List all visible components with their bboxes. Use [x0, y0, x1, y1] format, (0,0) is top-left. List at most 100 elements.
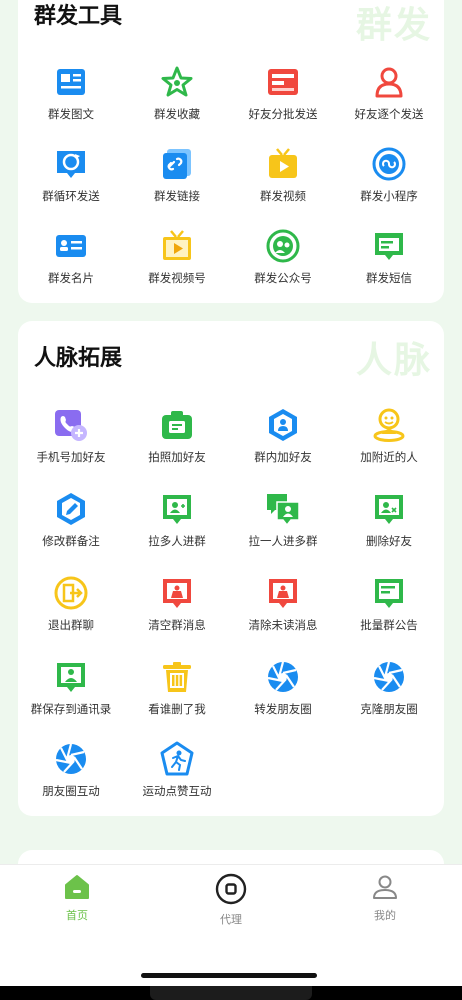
- tool-mass-business-card[interactable]: 群发名片: [18, 228, 124, 302]
- camera-icon: [162, 411, 192, 439]
- tool-moments-interact[interactable]: 朋友圈互动: [18, 741, 124, 815]
- tool-label: 群发短信: [366, 271, 412, 285]
- mini-program-icon: [372, 147, 406, 181]
- tool-batch-send[interactable]: 好友分批发送: [230, 64, 336, 138]
- tool-label: 拉多人进群: [148, 534, 206, 548]
- tool-mass-image-text[interactable]: 群发图文: [18, 64, 124, 138]
- tool-sport-like[interactable]: 运动点赞互动: [124, 741, 230, 815]
- bottom-edge: [0, 986, 462, 1000]
- exit-icon: [54, 576, 88, 610]
- tool-mass-video[interactable]: 群发视频: [230, 146, 336, 220]
- tool-label: 群保存到通讯录: [30, 702, 112, 716]
- save-contacts-icon: [57, 663, 85, 692]
- tool-save-group-to-contacts[interactable]: 群保存到通讯录: [18, 659, 124, 733]
- profile-icon: [373, 875, 397, 899]
- multi-chat-icon: [267, 494, 300, 527]
- tool-label: 群发小程序: [360, 189, 418, 203]
- tool-label: 转发朋友圈: [254, 702, 312, 716]
- tool-label: 克隆朋友圈: [360, 702, 418, 716]
- clear-group-msg-icon: [163, 579, 191, 608]
- tool-mass-official-account[interactable]: 群发公众号: [230, 228, 336, 302]
- add-members-icon: [163, 495, 191, 524]
- moments-clone-icon: [373, 661, 404, 692]
- tool-batch-announcement[interactable]: 批量群公告: [336, 575, 442, 649]
- home-icon: [65, 875, 89, 899]
- tool-mass-favorites[interactable]: 群发收藏: [124, 64, 230, 138]
- official-account-icon: [266, 229, 300, 263]
- tab-profile[interactable]: 我的: [340, 873, 430, 933]
- image-text-icon: [57, 69, 85, 95]
- tool-label: 好友逐个发送: [354, 107, 424, 121]
- tool-label: 拍照加好友: [148, 450, 206, 464]
- tool-phone-add-friend[interactable]: 手机号加好友: [18, 407, 124, 481]
- moments-forward-icon: [267, 661, 298, 692]
- tool-label: 批量群公告: [360, 618, 418, 632]
- bottom-edge-bar: [150, 986, 312, 1000]
- tool-who-deleted-me[interactable]: 看谁删了我: [124, 659, 230, 733]
- tool-mass-link[interactable]: 群发链接: [124, 146, 230, 220]
- tool-label: 看谁删了我: [148, 702, 206, 716]
- tool-label: 好友分批发送: [248, 107, 318, 121]
- tool-label: 群发公众号: [254, 271, 312, 285]
- moments-interact-icon: [55, 743, 86, 774]
- mass-send-title: 群发工具: [34, 4, 123, 29]
- link-icon: [163, 149, 191, 179]
- tool-clone-moments[interactable]: 克隆朋友圈: [336, 659, 442, 733]
- trash-icon: [163, 662, 191, 692]
- video-icon: [269, 148, 297, 178]
- tool-label: 群发链接: [154, 189, 200, 203]
- group-person-icon: [269, 409, 297, 441]
- tool-label: 手机号加好友: [36, 450, 106, 464]
- tool-send-one-by-one[interactable]: 好友逐个发送: [336, 64, 442, 138]
- tool-label: 清除未读消息: [248, 618, 318, 632]
- tv-icon: [163, 230, 191, 260]
- cycle-chat-icon: [57, 151, 85, 178]
- tool-mass-mini-program[interactable]: 群发小程序: [336, 146, 442, 220]
- tool-group-add-friend[interactable]: 群内加好友: [230, 407, 336, 481]
- tab-agent-label: 代理: [220, 913, 242, 926]
- tool-pull-members-into-group[interactable]: 拉多人进群: [124, 491, 230, 565]
- tool-nearby-people[interactable]: 加附近的人: [336, 407, 442, 481]
- tool-mass-channels[interactable]: 群发视频号: [124, 228, 230, 302]
- tool-label: 加附近的人: [360, 450, 418, 464]
- tool-label: 群发视频: [260, 189, 306, 203]
- tool-camera-add-friend[interactable]: 拍照加好友: [124, 407, 230, 481]
- bottom-tab-bar: 首页 代理 我的: [0, 864, 462, 986]
- star-icon: [161, 66, 193, 97]
- tool-label: 群发收藏: [154, 107, 200, 121]
- tool-label: 退出群聊: [48, 618, 94, 632]
- person-outline-icon: [375, 67, 403, 98]
- network-expand-card: 人脉 人脉拓展 手机号加好友 拍照加好友 群内加好友 加附近的人 修改群备注 拉…: [18, 321, 444, 816]
- tool-label: 群发名片: [48, 271, 94, 285]
- network-expand-watermark: 人脉: [355, 340, 432, 381]
- location-person-icon: [373, 408, 405, 442]
- tool-forward-moments[interactable]: 转发朋友圈: [230, 659, 336, 733]
- business-card-icon: [56, 235, 86, 257]
- tool-label: 清空群消息: [148, 618, 206, 632]
- phone-add-icon: [55, 410, 87, 441]
- tool-label: 删除好友: [366, 534, 412, 548]
- tab-home[interactable]: 首页: [32, 873, 122, 933]
- tool-delete-friend[interactable]: 删除好友: [336, 491, 442, 565]
- tool-exit-group[interactable]: 退出群聊: [18, 575, 124, 649]
- edit-icon: [57, 493, 85, 525]
- tool-label: 修改群备注: [42, 534, 100, 548]
- tool-pull-one-into-groups[interactable]: 拉一人进多群: [230, 491, 336, 565]
- mass-send-watermark: 群发: [355, 5, 432, 46]
- tool-mass-sms[interactable]: 群发短信: [336, 228, 442, 302]
- tool-edit-group-remark[interactable]: 修改群备注: [18, 491, 124, 565]
- announcement-icon: [375, 579, 403, 608]
- tab-home-label: 首页: [66, 909, 88, 922]
- tab-profile-label: 我的: [374, 909, 396, 922]
- tool-clear-unread[interactable]: 清除未读消息: [230, 575, 336, 649]
- tool-label: 群发视频号: [148, 271, 206, 285]
- tool-label: 朋友圈互动: [42, 784, 100, 798]
- tool-label: 群发图文: [48, 107, 94, 121]
- home-indicator: [141, 973, 317, 978]
- tool-label: 运动点赞互动: [142, 784, 212, 798]
- tab-agent[interactable]: 代理: [186, 873, 276, 933]
- tool-group-cycle-send[interactable]: 群循环发送: [18, 146, 124, 220]
- tool-label: 拉一人进多群: [248, 534, 318, 548]
- clear-unread-icon: [269, 579, 297, 608]
- tool-clear-group-messages[interactable]: 清空群消息: [124, 575, 230, 649]
